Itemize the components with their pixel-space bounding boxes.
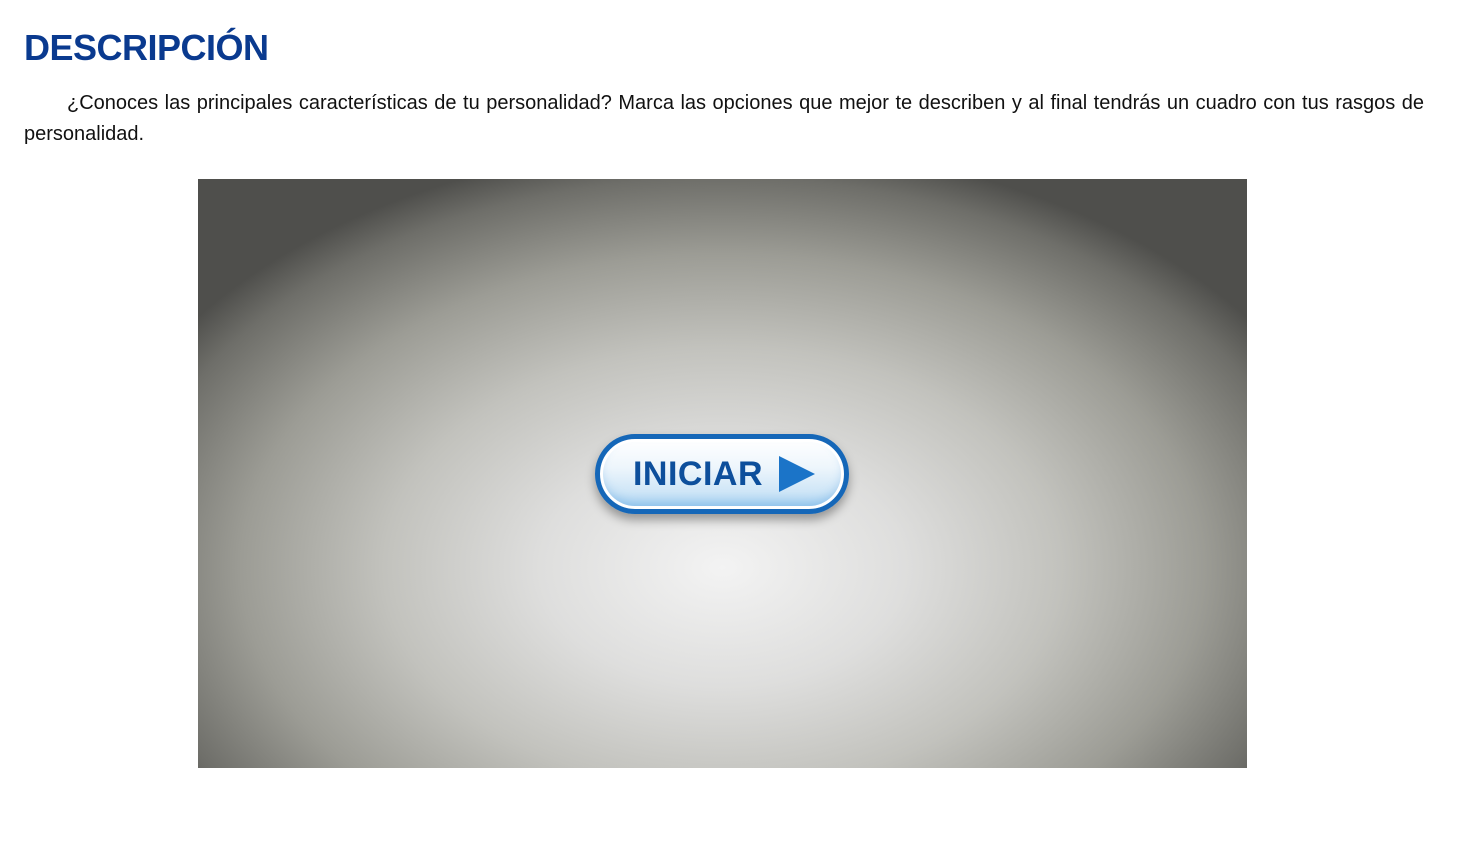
start-button-label: INICIAR [632, 454, 764, 493]
description-text: ¿Conoces las principales características… [24, 92, 1424, 145]
play-icon [779, 456, 816, 492]
start-button[interactable]: INICIAR [595, 434, 849, 514]
activity-stage: INICIAR [198, 179, 1247, 768]
page-title: DESCRIPCIÓN [24, 27, 269, 68]
